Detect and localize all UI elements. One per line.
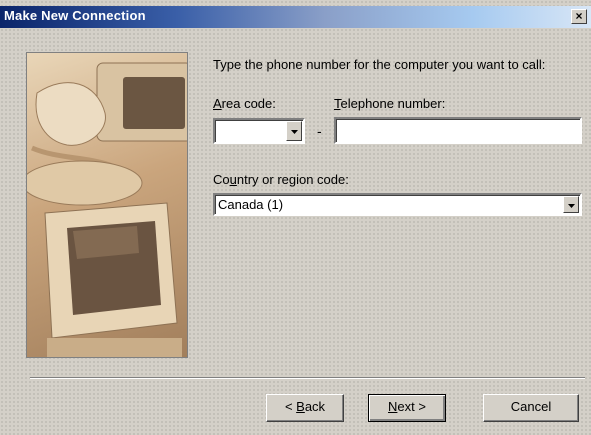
illustration-icon: [27, 62, 187, 357]
next-rest: ext >: [397, 399, 426, 414]
chevron-down-icon: [290, 130, 298, 134]
instruction-text: Type the phone number for the computer y…: [213, 57, 546, 72]
make-new-connection-dialog: Make New Connection × Type the phone num…: [0, 0, 591, 435]
area-code-label: Area code:: [213, 96, 276, 111]
back-rest: ack: [304, 399, 326, 414]
country-label-rest: ntry or region code:: [236, 172, 349, 187]
chevron-down-icon: [567, 204, 575, 208]
country-accel: u: [229, 172, 237, 187]
back-prefix: <: [284, 399, 297, 414]
next-button[interactable]: Next >: [368, 394, 446, 422]
area-code-dropdown-button[interactable]: [286, 121, 302, 141]
area-code-accel: A: [213, 96, 222, 111]
title-bar[interactable]: Make New Connection ×: [0, 6, 591, 28]
country-label-pre: Co: [213, 172, 230, 187]
country-region-label: Country or region code:: [213, 172, 349, 187]
back-button[interactable]: < Back: [266, 394, 344, 422]
area-code-separator: -: [317, 123, 322, 139]
cancel-button[interactable]: Cancel: [483, 394, 579, 422]
telephone-number-input[interactable]: [334, 117, 582, 144]
area-code-combobox[interactable]: [213, 118, 305, 144]
window-title: Make New Connection: [4, 8, 146, 23]
country-dropdown-button[interactable]: [563, 196, 579, 213]
back-accel: B: [296, 399, 305, 414]
telephone-label-rest: elephone number:: [340, 96, 446, 111]
computer-phone-illustration: [26, 52, 188, 358]
close-icon: ×: [575, 9, 583, 23]
country-region-value: Canada (1): [218, 197, 284, 212]
telephone-number-label: Telephone number:: [334, 96, 445, 111]
button-separator: [30, 377, 585, 379]
next-accel: N: [388, 399, 398, 414]
country-region-select[interactable]: Canada (1): [213, 193, 582, 216]
area-code-label-rest: rea code:: [221, 96, 276, 111]
close-button[interactable]: ×: [571, 9, 587, 24]
